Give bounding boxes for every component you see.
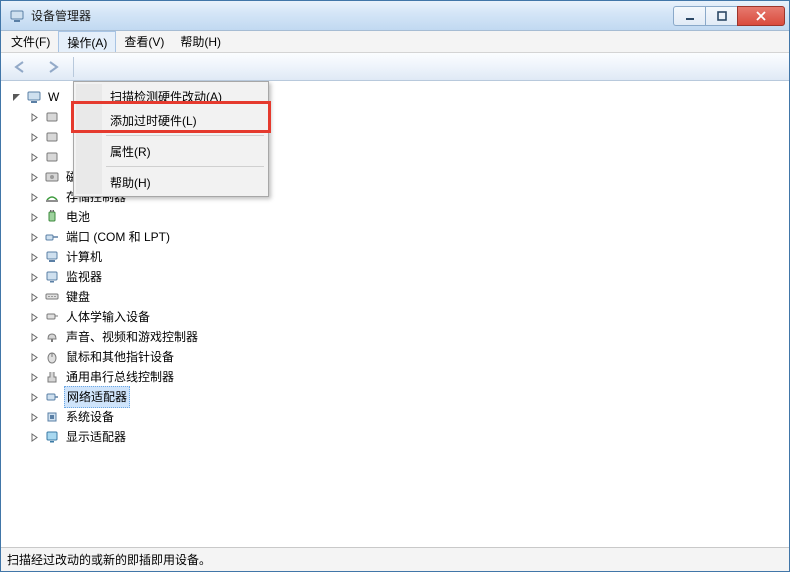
expand-toggle-icon[interactable] (11, 92, 22, 103)
expand-toggle-icon[interactable] (29, 232, 40, 243)
action-dropdown: 扫描检测硬件改动(A) 添加过时硬件(L) 属性(R) 帮助(H) (73, 81, 269, 197)
tree-item[interactable]: 网络适配器 (11, 387, 787, 407)
app-icon (9, 8, 25, 24)
menu-properties[interactable]: 属性(R) (76, 139, 266, 163)
expand-toggle-icon[interactable] (29, 412, 40, 423)
tree-item[interactable]: 系统设备 (11, 407, 787, 427)
expand-toggle-icon[interactable] (29, 112, 40, 123)
device-category-icon (44, 189, 60, 205)
tree-item-label: 网络适配器 (64, 386, 130, 408)
device-category-icon (44, 389, 60, 405)
content-area: W磁盘驱动器存储控制器电池端口 (COM 和 LPT)计算机监视器键盘人体学输入… (1, 81, 789, 547)
tree-item[interactable]: 通用串行总线控制器 (11, 367, 787, 387)
menu-help[interactable]: 帮助(H) (172, 31, 229, 52)
tree-item[interactable]: 人体学输入设备 (11, 307, 787, 327)
tree-item-label: 键盘 (64, 287, 92, 307)
toolbar (1, 53, 789, 81)
minimize-button[interactable] (673, 6, 705, 26)
device-manager-window: 设备管理器 文件(F) 操作(A) 查看(V) 帮助(H) W磁盘驱动器存储控制 (0, 0, 790, 572)
expand-toggle-icon[interactable] (29, 212, 40, 223)
tree-item[interactable]: 声音、视频和游戏控制器 (11, 327, 787, 347)
menu-help-item[interactable]: 帮助(H) (76, 170, 266, 194)
expand-toggle-icon[interactable] (29, 352, 40, 363)
tree-item[interactable]: 计算机 (11, 247, 787, 267)
expand-toggle-icon[interactable] (29, 332, 40, 343)
device-category-icon (44, 209, 60, 225)
dropdown-separator (106, 135, 264, 136)
back-button[interactable] (7, 56, 35, 78)
close-button[interactable] (737, 6, 785, 26)
window-title: 设备管理器 (31, 7, 673, 24)
window-controls (673, 6, 785, 26)
menu-scan-hardware[interactable]: 扫描检测硬件改动(A) (76, 84, 266, 108)
computer-icon (26, 89, 42, 105)
tree-item[interactable]: 监视器 (11, 267, 787, 287)
expand-toggle-icon[interactable] (29, 392, 40, 403)
dropdown-separator (106, 166, 264, 167)
device-category-icon (44, 349, 60, 365)
device-category-icon (44, 369, 60, 385)
tree-item-label: 端口 (COM 和 LPT) (64, 227, 172, 247)
device-icon (44, 129, 60, 145)
device-category-icon (44, 269, 60, 285)
title-bar: 设备管理器 (1, 1, 789, 31)
tree-item[interactable]: 鼠标和其他指针设备 (11, 347, 787, 367)
tree-item[interactable]: 端口 (COM 和 LPT) (11, 227, 787, 247)
expand-toggle-icon[interactable] (29, 172, 40, 183)
menu-action[interactable]: 操作(A) (58, 31, 116, 52)
expand-toggle-icon[interactable] (29, 292, 40, 303)
menu-view[interactable]: 查看(V) (116, 31, 172, 52)
device-category-icon (44, 289, 60, 305)
expand-toggle-icon[interactable] (29, 432, 40, 443)
forward-button[interactable] (39, 56, 67, 78)
tree-item-label: 监视器 (64, 267, 104, 287)
tree-item-label: 计算机 (64, 247, 104, 267)
tree-item[interactable]: 电池 (11, 207, 787, 227)
expand-toggle-icon[interactable] (29, 152, 40, 163)
expand-toggle-icon[interactable] (29, 312, 40, 323)
status-bar: 扫描经过改动的或新的即插即用设备。 (1, 547, 789, 571)
tree-item-label: 电池 (64, 207, 92, 227)
expand-toggle-icon[interactable] (29, 192, 40, 203)
status-text: 扫描经过改动的或新的即插即用设备。 (7, 551, 211, 568)
menu-bar: 文件(F) 操作(A) 查看(V) 帮助(H) (1, 31, 789, 53)
tree-item-label: 人体学输入设备 (64, 307, 152, 327)
tree-item-label: 显示适配器 (64, 427, 128, 447)
tree-item-label: 通用串行总线控制器 (64, 367, 176, 387)
device-category-icon (44, 329, 60, 345)
tree-item[interactable]: 显示适配器 (11, 427, 787, 447)
expand-toggle-icon[interactable] (29, 372, 40, 383)
tree-root-label: W (46, 87, 61, 107)
menu-add-legacy-hw[interactable]: 添加过时硬件(L) (76, 108, 266, 132)
expand-toggle-icon[interactable] (29, 132, 40, 143)
device-category-icon (44, 429, 60, 445)
tree-item-label: 系统设备 (64, 407, 116, 427)
device-category-icon (44, 409, 60, 425)
toolbar-separator (73, 57, 74, 77)
tree-item-label: 鼠标和其他指针设备 (64, 347, 176, 367)
menu-file[interactable]: 文件(F) (3, 31, 58, 52)
expand-toggle-icon[interactable] (29, 252, 40, 263)
device-category-icon (44, 309, 60, 325)
device-category-icon (44, 249, 60, 265)
device-category-icon (44, 169, 60, 185)
device-icon (44, 109, 60, 125)
tree-item[interactable]: 键盘 (11, 287, 787, 307)
tree-item-label: 声音、视频和游戏控制器 (64, 327, 200, 347)
device-icon (44, 149, 60, 165)
expand-toggle-icon[interactable] (29, 272, 40, 283)
device-category-icon (44, 229, 60, 245)
maximize-button[interactable] (705, 6, 737, 26)
